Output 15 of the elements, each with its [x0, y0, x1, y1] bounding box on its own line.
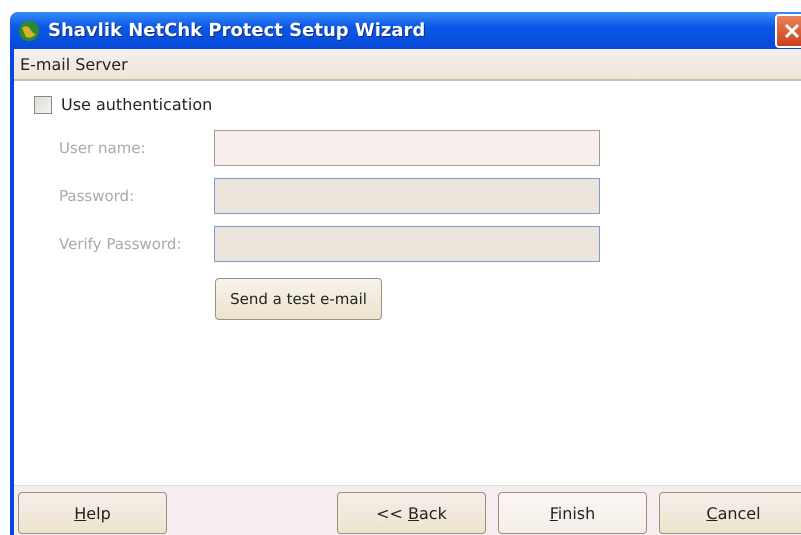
globe-icon	[18, 20, 40, 42]
page-heading: E-mail Server	[14, 49, 801, 81]
field-label: Verify Password:	[59, 235, 182, 253]
wizard-button[interactable]: Help	[18, 492, 167, 534]
checkbox-label: Use authentication	[61, 95, 212, 114]
field-label: User name:	[59, 139, 147, 157]
close-icon	[783, 22, 801, 40]
wizard-button[interactable]: << Back	[337, 492, 486, 534]
wizard-button[interactable]: Finish	[498, 492, 647, 534]
checkbox[interactable]	[34, 96, 52, 114]
close-button[interactable]	[775, 14, 801, 48]
send-test-email-button[interactable]: Send a test e-mail	[215, 278, 382, 320]
window-title: Shavlik NetChk Protect Setup Wizard	[48, 20, 426, 41]
wizard-button[interactable]: Cancel	[659, 492, 801, 534]
field-label: Password:	[59, 187, 136, 205]
